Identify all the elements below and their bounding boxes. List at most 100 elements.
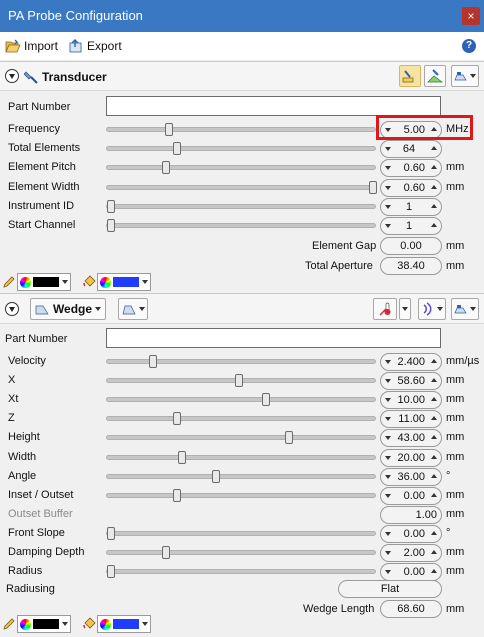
increment-arrow-icon[interactable] <box>431 146 437 151</box>
decrement-arrow-icon[interactable] <box>385 147 391 152</box>
increment-arrow-icon[interactable] <box>431 530 437 535</box>
wedge-part-number-input[interactable] <box>106 328 441 348</box>
element-width-slider-thumb[interactable] <box>369 180 377 194</box>
decrement-arrow-icon[interactable] <box>385 551 391 555</box>
wave-dropdown[interactable] <box>418 298 446 320</box>
increment-arrow-icon[interactable] <box>431 165 437 170</box>
increment-arrow-icon[interactable] <box>431 223 437 227</box>
radius-spinbox[interactable]: 0.00 <box>380 563 442 582</box>
increment-arrow-icon[interactable] <box>431 473 437 478</box>
xt-slider[interactable] <box>106 393 376 407</box>
help-icon[interactable]: ? <box>462 39 476 53</box>
increment-arrow-icon[interactable] <box>431 378 437 383</box>
front-slope-spinbox[interactable]: 0.00 <box>380 524 442 543</box>
transducer-line-color-picker[interactable] <box>17 273 71 291</box>
element-pitch-spinbox[interactable]: 0.60 <box>380 159 442 178</box>
decrement-arrow-icon[interactable] <box>385 531 391 536</box>
decrement-arrow-icon[interactable] <box>385 570 391 575</box>
front-slope-slider-thumb[interactable] <box>107 526 115 540</box>
angle-spinbox[interactable]: 36.00 <box>380 467 442 486</box>
increment-arrow-icon[interactable] <box>431 454 437 459</box>
damping-depth-spinbox[interactable]: 2.00 <box>380 544 442 562</box>
element-pitch-slider[interactable] <box>106 161 376 175</box>
temperature-dropdown[interactable] <box>399 298 411 320</box>
width-slider-thumb[interactable] <box>178 450 186 464</box>
velocity-spinbox[interactable]: 2.400 <box>380 353 442 371</box>
frequency-slider[interactable] <box>106 123 376 136</box>
import-button[interactable]: Import <box>5 39 58 53</box>
total-elements-slider-thumb[interactable] <box>173 142 181 156</box>
start-channel-spinbox[interactable]: 1 <box>380 217 442 235</box>
height-slider[interactable] <box>106 431 376 445</box>
decrement-arrow-icon[interactable] <box>385 204 391 209</box>
wedge-fill-color-picker[interactable] <box>97 615 151 633</box>
xt-spinbox[interactable]: 10.00 <box>380 391 442 410</box>
z-slider[interactable] <box>106 412 376 426</box>
increment-arrow-icon[interactable] <box>431 397 437 402</box>
increment-arrow-icon[interactable] <box>431 435 437 440</box>
wedge-view-dropdown[interactable] <box>451 298 479 320</box>
angle-slider[interactable] <box>106 469 376 483</box>
start-channel-slider-thumb[interactable] <box>107 219 115 232</box>
radiusing-dropdown[interactable]: Flat <box>338 580 442 598</box>
increment-arrow-icon[interactable] <box>431 569 437 574</box>
x-slider[interactable] <box>106 374 376 388</box>
wedge-shape-dropdown[interactable] <box>118 298 148 320</box>
damping-depth-slider-thumb[interactable] <box>162 546 170 559</box>
temperature-button[interactable] <box>373 298 397 320</box>
increment-arrow-icon[interactable] <box>431 203 437 208</box>
damping-depth-slider[interactable] <box>106 546 376 559</box>
decrement-arrow-icon[interactable] <box>385 398 391 403</box>
wedge-type-dropdown[interactable]: Wedge <box>30 298 106 320</box>
instrument-id-slider-thumb[interactable] <box>107 199 115 213</box>
increment-arrow-icon[interactable] <box>431 416 437 421</box>
total-elements-spinbox[interactable]: 64 <box>380 140 442 159</box>
x-spinbox[interactable]: 58.60 <box>380 372 442 391</box>
decrement-arrow-icon[interactable] <box>385 455 391 460</box>
inset-outset-slider[interactable] <box>106 488 376 502</box>
angle-slider-thumb[interactable] <box>212 469 220 483</box>
transducer-shape-dropdown[interactable] <box>451 65 479 87</box>
xt-slider-thumb[interactable] <box>262 393 270 407</box>
frequency-slider-thumb[interactable] <box>165 123 173 136</box>
radius-slider-thumb[interactable] <box>107 565 115 579</box>
element-width-slider[interactable] <box>106 180 377 194</box>
increment-arrow-icon[interactable] <box>431 550 437 554</box>
width-spinbox[interactable]: 20.00 <box>380 448 442 467</box>
front-slope-slider[interactable] <box>106 526 376 540</box>
height-slider-thumb[interactable] <box>285 431 293 445</box>
velocity-slider[interactable] <box>106 355 376 368</box>
decrement-arrow-icon[interactable] <box>385 493 391 498</box>
decrement-arrow-icon[interactable] <box>385 417 391 422</box>
radius-slider[interactable] <box>106 565 376 579</box>
decrement-arrow-icon[interactable] <box>385 166 391 171</box>
close-button[interactable]: × <box>462 7 480 25</box>
element-pitch-slider-thumb[interactable] <box>162 161 170 175</box>
start-channel-slider[interactable] <box>106 219 376 232</box>
decrement-arrow-icon[interactable] <box>385 224 391 228</box>
height-spinbox[interactable]: 43.00 <box>380 429 442 448</box>
z-slider-thumb[interactable] <box>173 412 181 426</box>
collapse-wedge-button[interactable] <box>5 302 19 316</box>
transducer-part-number-input[interactable] <box>106 96 441 116</box>
width-slider[interactable] <box>106 450 376 464</box>
transducer-fill-color-picker[interactable] <box>97 273 151 291</box>
wedge-line-color-picker[interactable] <box>17 615 71 633</box>
velocity-slider-thumb[interactable] <box>149 355 157 368</box>
increment-arrow-icon[interactable] <box>431 359 437 363</box>
decrement-arrow-icon[interactable] <box>385 474 391 479</box>
inset-outset-slider-thumb[interactable] <box>173 488 181 502</box>
instrument-id-slider[interactable] <box>106 199 376 213</box>
decrement-arrow-icon[interactable] <box>385 436 391 441</box>
element-width-spinbox[interactable]: 0.60 <box>380 178 442 197</box>
inset-outset-spinbox[interactable]: 0.00 <box>380 486 442 505</box>
increment-arrow-icon[interactable] <box>431 492 437 497</box>
decrement-arrow-icon[interactable] <box>385 379 391 384</box>
x-slider-thumb[interactable] <box>235 374 243 388</box>
total-elements-slider[interactable] <box>106 142 376 156</box>
decrement-arrow-icon[interactable] <box>385 185 391 190</box>
decrement-arrow-icon[interactable] <box>385 360 391 364</box>
transducer-view-button[interactable] <box>399 65 421 87</box>
increment-arrow-icon[interactable] <box>431 184 437 189</box>
z-spinbox[interactable]: 11.00 <box>380 410 442 429</box>
